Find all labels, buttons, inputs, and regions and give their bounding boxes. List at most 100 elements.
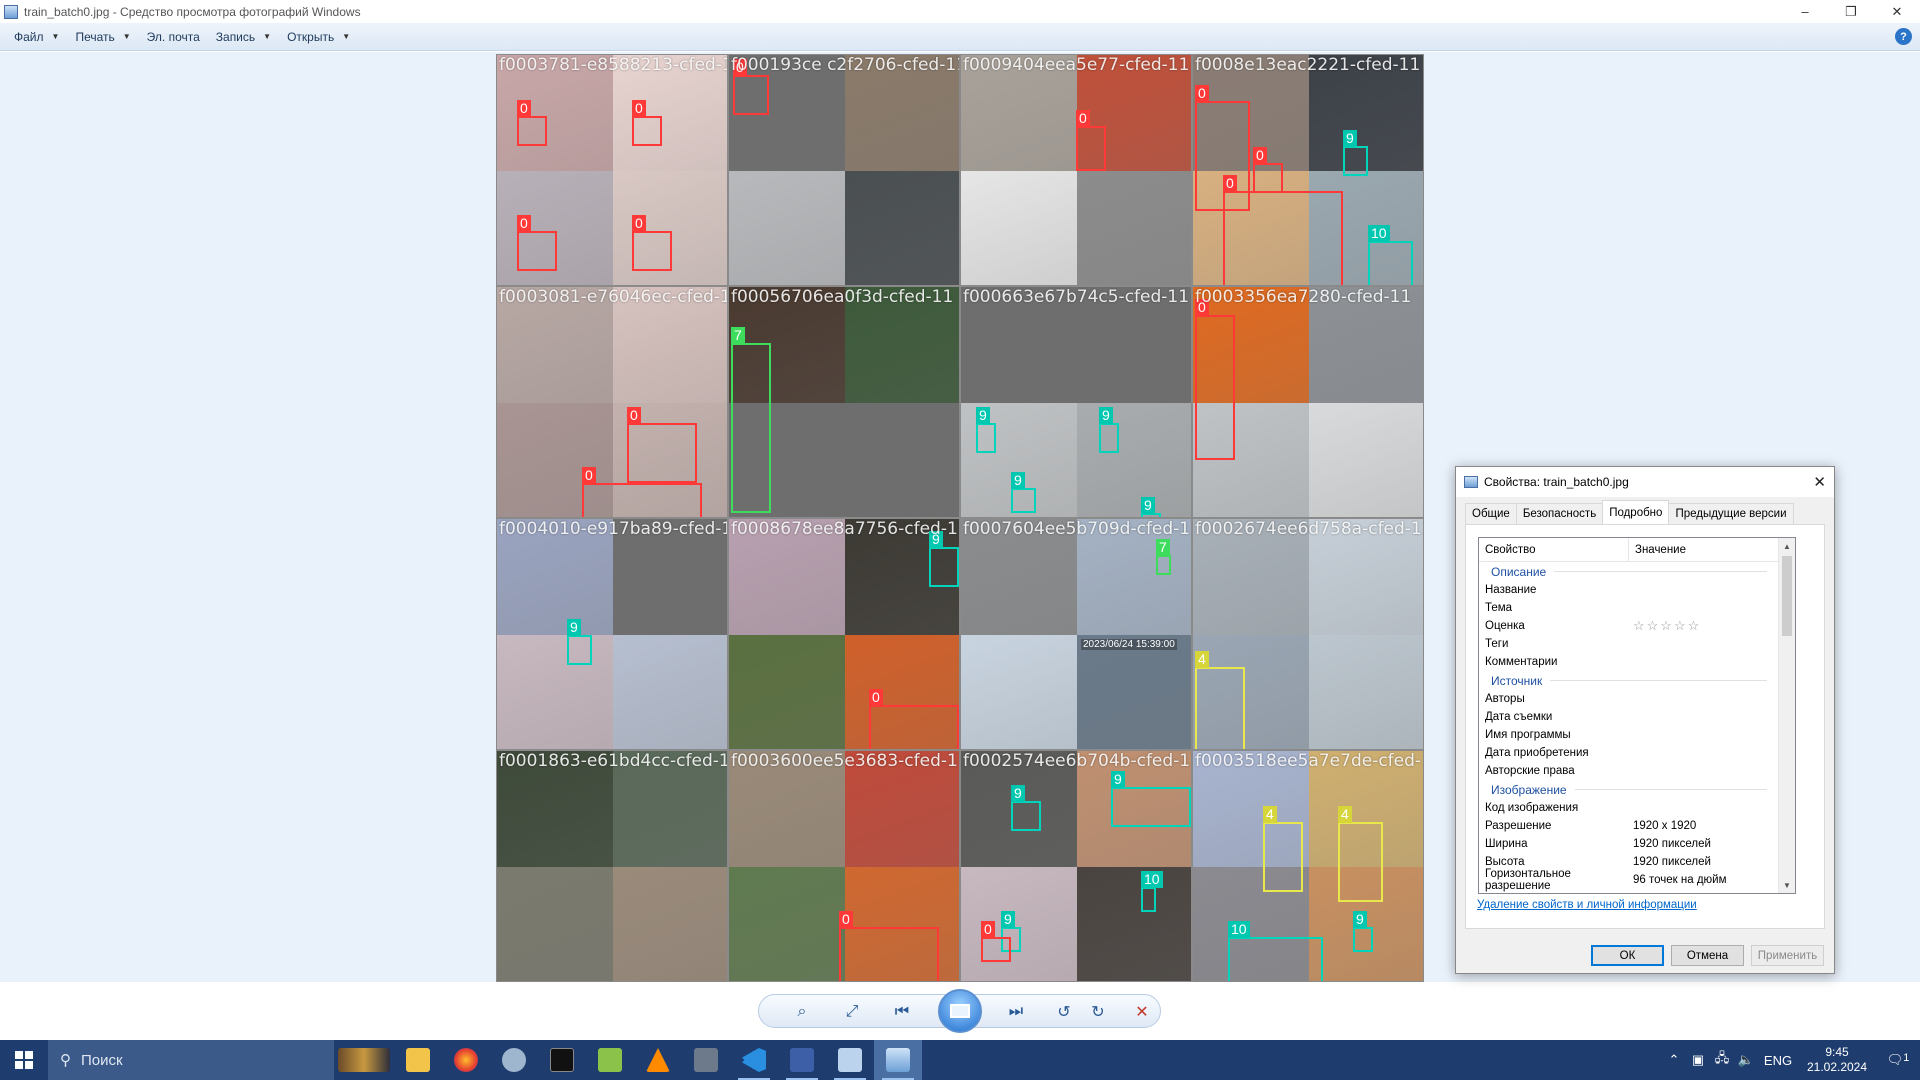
scroll-down-icon[interactable]: ▼: [1779, 877, 1795, 893]
bottom-toolbar: ⌕ ⤢ ⏮ ⏭ ↺ ↻ ✕: [0, 982, 1920, 1042]
tab-security[interactable]: Безопасность: [1515, 503, 1604, 524]
property-row[interactable]: Название: [1479, 581, 1795, 599]
minimize-button[interactable]: –: [1782, 0, 1828, 23]
property-name: Имя программы: [1485, 729, 1571, 741]
property-row[interactable]: Комментарии: [1479, 653, 1795, 671]
previous-icon[interactable]: ⏮: [889, 999, 915, 1025]
help-icon[interactable]: ?: [1895, 28, 1912, 45]
zoom-icon[interactable]: ⌕: [789, 999, 815, 1025]
photo-viewer-taskbar-icon[interactable]: [874, 1040, 922, 1080]
language-indicator[interactable]: ENG: [1758, 1053, 1798, 1068]
remove-properties-link[interactable]: Удаление свойств и личной информации: [1477, 899, 1697, 911]
next-icon[interactable]: ⏭: [1003, 999, 1029, 1025]
slideshow-button[interactable]: [938, 989, 982, 1033]
bounding-box: 10: [1368, 225, 1413, 285]
system-tray: ⌃ ▣ 🖧 🔈 ENG 9:45 21.02.2024 🗨 1: [1662, 1040, 1920, 1080]
tile-filename: f0007604ee5b709d-cfed-11: [963, 519, 1192, 539]
clock[interactable]: 9:45 21.02.2024: [1798, 1045, 1876, 1075]
menu-burn[interactable]: Запись ▼: [208, 25, 279, 49]
tab-details[interactable]: Подробно: [1602, 500, 1670, 524]
ok-button[interactable]: ОК: [1591, 945, 1664, 966]
property-row[interactable]: Код изображения: [1479, 799, 1795, 817]
tray-app-icon[interactable]: ▣: [1686, 1052, 1710, 1068]
tab-previous-versions[interactable]: Предыдущие версии: [1668, 503, 1794, 524]
property-name: Дата приобретения: [1485, 747, 1589, 759]
property-row[interactable]: Имя программы: [1479, 726, 1795, 744]
property-row[interactable]: Дата съемки: [1479, 708, 1795, 726]
property-name: Ширина: [1485, 838, 1528, 850]
property-group-header: Описание: [1479, 562, 1795, 581]
notifications-icon[interactable]: 🗨 1: [1876, 1052, 1920, 1068]
dialog-tabs: Общие Безопасность Подробно Предыдущие в…: [1465, 500, 1794, 524]
menu-print[interactable]: Печать ▼: [67, 25, 138, 49]
tile-quadrant: [497, 635, 613, 749]
clock-date: 21.02.2024: [1806, 1060, 1868, 1074]
tile-filename: f0009404eea5e77-cfed-11: [963, 55, 1190, 75]
notification-count: 1: [1903, 1052, 1910, 1064]
property-row[interactable]: Дата приобретения: [1479, 744, 1795, 762]
remote-app-icon[interactable]: [826, 1040, 874, 1080]
start-button[interactable]: [0, 1040, 48, 1080]
property-row[interactable]: Ширина 1920 пикселей: [1479, 835, 1795, 853]
scroll-thumb[interactable]: [1782, 556, 1792, 636]
menu-file[interactable]: Файл ▼: [6, 25, 67, 49]
property-name: Высота: [1485, 856, 1525, 868]
property-row[interactable]: Тема: [1479, 599, 1795, 617]
taskbar-search[interactable]: ⚲ Поиск: [48, 1040, 334, 1080]
properties-dialog: Свойства: train_batch0.jpg ✕ Общие Безоп…: [1455, 466, 1835, 974]
tab-general[interactable]: Общие: [1465, 503, 1517, 524]
volume-icon[interactable]: 🔈: [1734, 1052, 1758, 1068]
dialog-close-icon[interactable]: ✕: [1813, 473, 1826, 491]
property-row[interactable]: Оценка ☆☆☆☆☆: [1479, 617, 1795, 635]
save-app-icon[interactable]: [778, 1040, 826, 1080]
file-explorer-icon[interactable]: [394, 1040, 442, 1080]
mosaic-tile: 0 f0003356ea7280-cfed-11: [1192, 286, 1424, 518]
bounding-box: 9: [1353, 911, 1373, 952]
column-value[interactable]: Значение: [1629, 544, 1686, 556]
rotate-right-icon[interactable]: ↻: [1085, 999, 1111, 1025]
list-scrollbar[interactable]: ▲ ▼: [1778, 538, 1795, 893]
cancel-button[interactable]: Отмена: [1671, 945, 1744, 966]
property-row[interactable]: Разрешение 1920 x 1920: [1479, 817, 1795, 835]
mosaic-tile: 7 f00056706ea0f3d-cfed-11: [728, 286, 960, 518]
properties-body: Описание Название Тема Оценка ☆☆☆☆☆ Теги Комме…: [1479, 562, 1795, 892]
property-row[interactable]: Теги: [1479, 635, 1795, 653]
menu-print-label: Печать: [75, 29, 115, 44]
delete-icon[interactable]: ✕: [1129, 999, 1155, 1025]
dialog-title: Свойства: train_batch0.jpg: [1484, 475, 1629, 489]
window-title: train_batch0.jpg - Средство просмотра фо…: [24, 4, 361, 19]
property-value[interactable]: ☆☆☆☆☆: [1629, 618, 1701, 634]
menu-email[interactable]: Эл. почта: [139, 25, 208, 49]
bounding-box: 4: [1263, 806, 1303, 892]
calculator-icon[interactable]: [682, 1040, 730, 1080]
property-row[interactable]: Авторские права: [1479, 762, 1795, 780]
column-property[interactable]: Свойство: [1479, 538, 1629, 561]
property-value: 96 точек на дюйм: [1633, 874, 1727, 886]
actual-size-icon[interactable]: ⤢: [839, 999, 865, 1025]
apply-button[interactable]: Применить: [1751, 945, 1824, 966]
app-icon[interactable]: [490, 1040, 538, 1080]
chevron-up-icon[interactable]: ⌃: [1662, 1052, 1686, 1068]
vscode-icon[interactable]: [730, 1040, 778, 1080]
bounding-box: 0: [839, 911, 939, 981]
bounding-box: 9: [976, 407, 996, 453]
tile-filename: f0003600ee5e3683-cfed-11: [731, 751, 960, 771]
network-icon[interactable]: 🖧: [1710, 1049, 1734, 1071]
close-button[interactable]: ✕: [1874, 0, 1920, 23]
bounding-box: 0: [981, 921, 1011, 962]
tile-filename: f0008678ee8a7756-cfed-11: [731, 519, 960, 539]
rotate-left-icon[interactable]: ↺: [1051, 999, 1077, 1025]
restore-button[interactable]: ❐: [1828, 0, 1874, 23]
property-row[interactable]: Авторы: [1479, 690, 1795, 708]
vlc-icon[interactable]: [634, 1040, 682, 1080]
property-row[interactable]: Горизонтальное разрешение 96 точек на дюй…: [1479, 868, 1795, 892]
scroll-up-icon[interactable]: ▲: [1779, 538, 1795, 554]
properties-list[interactable]: Свойство Значение Описание Название Тема Оц…: [1478, 537, 1796, 894]
notepad-icon[interactable]: [586, 1040, 634, 1080]
menu-open[interactable]: Открыть ▼: [279, 25, 358, 49]
terminal-icon[interactable]: [538, 1040, 586, 1080]
tile-filename: f0001863-e61bd4cc-cfed-11: [499, 751, 728, 771]
firefox-icon[interactable]: [442, 1040, 490, 1080]
file-icon: [1464, 476, 1478, 488]
tile-quadrant: [1309, 403, 1423, 517]
